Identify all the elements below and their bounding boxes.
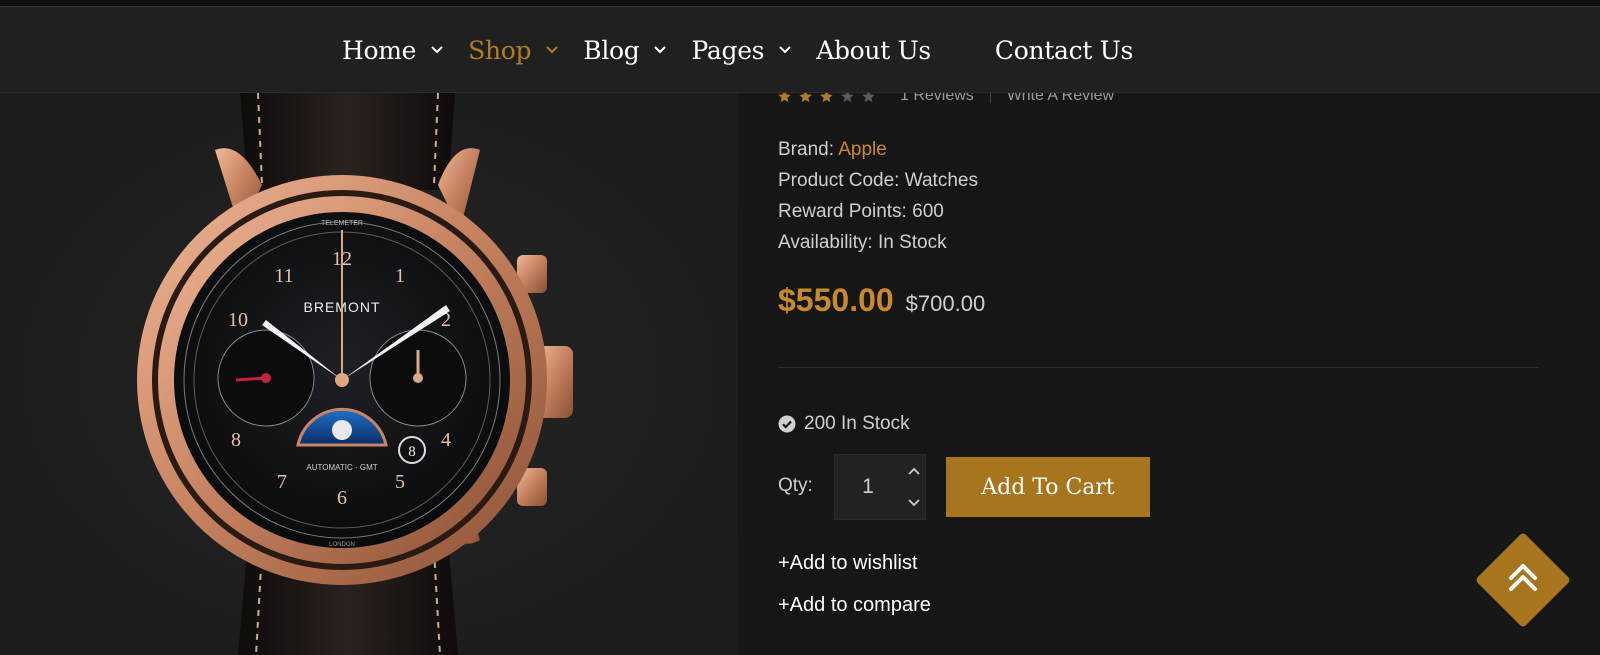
availability-row: Availability: In Stock <box>778 227 978 258</box>
nav-label-home: Home <box>342 35 417 65</box>
nav-label-shop: Shop <box>468 35 532 65</box>
add-to-wishlist-link[interactable]: +Add to wishlist <box>778 552 918 575</box>
main-nav: Home Shop Blog Pages About Us Contact Us <box>342 7 1157 93</box>
nav-label-contact: Contact Us <box>994 35 1134 65</box>
nav-item-about[interactable]: About Us <box>816 36 931 65</box>
reward-points-value: 600 <box>912 201 944 222</box>
svg-text:5: 5 <box>395 471 405 493</box>
product-meta: Brand: Apple Product Code: Watches Rewar… <box>778 134 978 258</box>
product-image[interactable]: 8 12 2 4 5 6 7 8 10 11 1 BREMONT TELEMET… <box>0 93 738 655</box>
availability-label: Availability: <box>778 232 873 253</box>
reward-points-label: Reward Points: <box>778 201 907 222</box>
divider <box>778 367 1538 368</box>
nav-label-blog: Blog <box>583 35 640 65</box>
svg-text:6: 6 <box>337 487 347 509</box>
qty-label: Qty: <box>778 475 813 496</box>
nav-item-contact[interactable]: Contact Us <box>995 36 1133 65</box>
dial-bottom-print: AUTOMATIC · GMT <box>306 463 377 472</box>
svg-text:4: 4 <box>441 429 451 451</box>
stock-text: 200 In Stock <box>804 413 910 434</box>
svg-text:11: 11 <box>274 265 293 287</box>
product-image-panel: 8 12 2 4 5 6 7 8 10 11 1 BREMONT TELEMET… <box>0 93 738 655</box>
chevron-down-icon <box>430 43 444 57</box>
chevron-up-icon[interactable] <box>901 455 926 487</box>
scroll-to-top-button[interactable] <box>1463 520 1583 640</box>
product-code-label: Product Code: <box>778 170 900 191</box>
top-border <box>0 0 1600 7</box>
add-to-cart-button[interactable]: Add To Cart <box>946 457 1150 517</box>
nav-item-pages[interactable]: Pages <box>691 36 792 65</box>
chevron-down-icon[interactable] <box>901 487 926 519</box>
nav-item-home[interactable]: Home <box>342 36 444 65</box>
chevron-down-icon <box>545 43 559 57</box>
stock-status: 200 In Stock <box>778 413 910 435</box>
reward-points-row: Reward Points: 600 <box>778 196 978 227</box>
svg-text:7: 7 <box>277 471 287 493</box>
site-header: Home Shop Blog Pages About Us Contact Us <box>0 7 1600 93</box>
price-new: $550.00 <box>778 282 894 318</box>
nav-item-blog[interactable]: Blog <box>583 36 667 65</box>
check-circle-icon <box>778 415 796 433</box>
brand-link[interactable]: Apple <box>838 139 887 160</box>
svg-text:1: 1 <box>395 265 405 287</box>
availability-value: In Stock <box>877 232 947 253</box>
svg-text:8: 8 <box>408 444 416 460</box>
nav-label-about: About Us <box>816 35 931 65</box>
quantity-input[interactable] <box>835 455 901 519</box>
svg-text:10: 10 <box>228 309 248 331</box>
nav-label-pages: Pages <box>691 35 765 65</box>
svg-text:8: 8 <box>231 429 241 451</box>
dial-foot-print: LONDON <box>329 542 355 548</box>
price-row: $550.00 $700.00 <box>778 282 985 319</box>
chevron-down-icon <box>653 43 667 57</box>
dial-top-print: TELEMETER <box>321 220 363 227</box>
quantity-stepper <box>834 454 926 520</box>
add-to-compare-link[interactable]: +Add to compare <box>778 594 931 617</box>
nav-item-shop[interactable]: Shop <box>468 36 559 65</box>
brand-row: Brand: Apple <box>778 134 978 165</box>
product-code-row: Product Code: Watches <box>778 165 978 196</box>
product-code-value: Watches <box>904 170 978 191</box>
chevron-down-icon <box>778 43 792 57</box>
price-old: $700.00 <box>905 291 986 316</box>
brand-label: Brand: <box>778 139 834 160</box>
